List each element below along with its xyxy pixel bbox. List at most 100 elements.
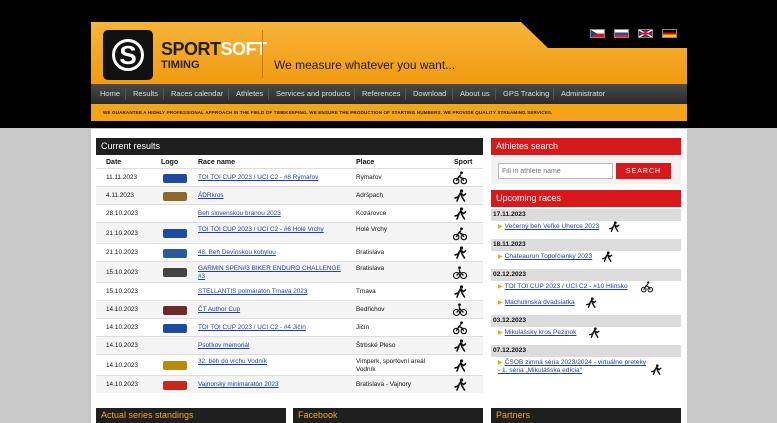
series-standings-title: Actual series standings [96,408,286,423]
brand-name[interactable]: SPORTSOFT [161,39,267,60]
current-results-title: Current results [96,138,483,155]
race-logo [163,248,187,258]
nav-download[interactable]: Download [413,84,446,104]
race-place: Bratislava [356,249,385,256]
nav-athletes[interactable]: Athletes [236,84,263,104]
runner-icon [453,358,467,373]
czech-flag-icon[interactable] [590,29,605,38]
race-name-link[interactable]: Beh slovenskou bránou 2023 [198,210,348,218]
race-place: Bedřichov [356,306,385,313]
race-place: Štrbské Pleso [356,342,396,349]
upcoming-race-item[interactable]: ▶ TOI TOI CUP 2023 / UCI C2 - #10 Hlinsko [498,283,681,291]
race-logo [163,229,187,238]
nav-results[interactable]: Results [133,84,158,104]
table-row[interactable]: 11.11.2023 TOI TOI CUP 2023 / UCI C2 - #8… [96,168,483,186]
col-place: Place [356,159,375,166]
upcoming-race-name: Machulinská dvadsiatka [504,299,575,306]
race-name-link[interactable]: STELLANTIS polmaratón Trnava 2023 [198,288,348,296]
runner-icon [650,364,662,376]
race-name-link[interactable]: 48. Beh Devínskou kobylou [198,249,348,257]
runner-icon [588,327,600,339]
table-row[interactable]: 21.10.2023 48. Beh Devínskou kobylou Brati… [96,243,483,261]
runner-icon [585,297,597,309]
race-date: 11.11.2023 [106,174,138,181]
race-date: 14.10.2023 [106,362,138,369]
race-date: 4.11.2023 [106,192,134,199]
arrow-right-icon: ▶ [498,360,503,366]
header-divider [262,30,263,78]
uk-flag-icon[interactable] [638,29,653,38]
race-name-link[interactable]: ČT Author Cup [198,306,348,314]
slovak-flag-icon[interactable] [614,29,629,38]
arrow-right-icon: ▶ [498,284,503,290]
race-date: 15.10.2023 [106,288,138,295]
race-name-link[interactable]: ÁDRkros [198,192,348,200]
sportsoft-logo-icon[interactable]: S [103,30,153,80]
table-row[interactable]: 15.10.2023 STELLANTIS polmaratón Trnava 2… [96,282,483,300]
table-row[interactable]: 14.10.2023 Psoťkov memoriál Štrbské Pleso [96,336,483,354]
slogan: We measure whatever you want... [274,58,456,72]
table-row[interactable]: 14.10.2023 Vajnorský minimaratón 2023 Brat… [96,375,483,393]
cyclist-icon [452,226,468,241]
german-flag-icon[interactable] [662,29,677,38]
race-name-link[interactable]: GARMIN SPEN#3 BIKER ENDURO CHALLENGE #3 [198,265,348,281]
upcoming-races-title: Upcoming races [491,190,681,207]
race-date: 28.10.2023 [106,210,138,217]
table-row[interactable]: 28.10.2023 Beh slovenskou bránou 2023 Kozá… [96,204,483,222]
race-name-link[interactable]: 32. běh do vrchu Vodník [198,358,348,366]
table-row[interactable]: 14.10.2023 TOI TOI CUP 2023 / UCI C2 - #4… [96,318,483,336]
race-date: 21.10.2023 [106,230,138,237]
arrow-right-icon: ▶ [498,300,503,306]
race-place: Rýmařov [356,174,382,181]
content-area: Current results Date Logo Race name Plac… [91,129,687,423]
athletes-search-title: Athletes search [491,138,681,155]
race-name-link[interactable]: TOI TOI CUP 2023 / UCI C2 - #4 Jičín [198,324,348,332]
nav-home[interactable]: Home [100,84,120,104]
race-logo [163,323,187,333]
table-row[interactable]: 14.10.2023 ČT Author Cup Bedřichov [96,300,483,318]
nav-about-us[interactable]: About us [460,84,490,104]
nav-references[interactable]: References [362,84,400,104]
brand-subtitle: TIMING [161,59,200,71]
race-place: Adršpach [356,192,383,199]
nav-services[interactable]: Services and products [276,84,350,104]
upcoming-race-item[interactable]: ▶ Chateaurun Topoľčianky 2023 [498,253,681,261]
upcoming-race-name: Večerný beh Veľké Uherce 2023 [504,223,600,230]
upcoming-date: 02.12.2023 [491,269,681,281]
upcoming-race-item[interactable]: ▶ ČSOB zimná séria 2023/2024 - virtuálne … [498,359,648,375]
table-row[interactable]: 15.10.2023 GARMIN SPEN#3 BIKER ENDURO CHA… [96,261,483,282]
results-header-row: Date Logo Race name Place Sport [96,156,483,168]
runner-icon [453,285,467,299]
race-name-link[interactable]: Vajnorský minimaratón 2023 [198,381,348,389]
col-date: Date [106,159,122,166]
table-row[interactable]: 4.11.2023 ÁDRkros Adršpach [96,186,483,204]
upcoming-races-list: 17.11.2023 ▶ Večerný beh Veľké Uherce 2023… [491,207,681,423]
search-button[interactable]: SEARCH [616,163,671,179]
race-logo [163,268,187,277]
tagline-bar: WE GUARANTEE A HIGHLY PROFESSIONAL APPRO… [91,104,687,121]
race-date: 14.10.2023 [106,324,138,331]
race-name-link[interactable]: Psoťkov memoriál [198,342,348,350]
nav-gps-tracking[interactable]: GPS Tracking [503,84,549,104]
race-date: 15.10.2023 [106,269,138,276]
cyclist-icon [640,281,653,293]
race-logo [163,173,187,183]
runner-icon [608,221,620,233]
upcoming-race-name: Mikulášsky kros Pezinok [504,329,577,336]
upcoming-race-item[interactable]: ▶ Večerný beh Veľké Uherce 2023 [498,223,681,231]
upcoming-race-name: TOI TOI CUP 2023 / UCI C2 - #10 Hlinsko [504,283,628,290]
nav-races-calendar[interactable]: Races calendar [171,84,223,104]
runner-icon [453,339,467,353]
col-logo: Logo [161,159,179,166]
race-name-link[interactable]: TOI TOI CUP 2023 / UCI C2 - #6 Holé Vrch… [198,226,348,234]
race-date: 14.10.2023 [106,381,138,388]
athlete-search-input[interactable] [498,163,613,179]
runner-icon [453,207,467,221]
upcoming-date: 17.11.2023 [491,209,681,221]
nav-administrator[interactable]: Administrator [561,84,605,104]
race-name-link[interactable]: TOI TOI CUP 2023 / UCI C2 - #8 Rýmařov [198,174,348,182]
bike-icon [452,265,468,280]
table-row[interactable]: 14.10.2023 32. běh do vrchu Vodník Vimperk… [96,354,483,375]
race-place: Trnava [356,288,376,295]
table-row[interactable]: 21.10.2023 TOI TOI CUP 2023 / UCI C2 - #6… [96,222,483,243]
